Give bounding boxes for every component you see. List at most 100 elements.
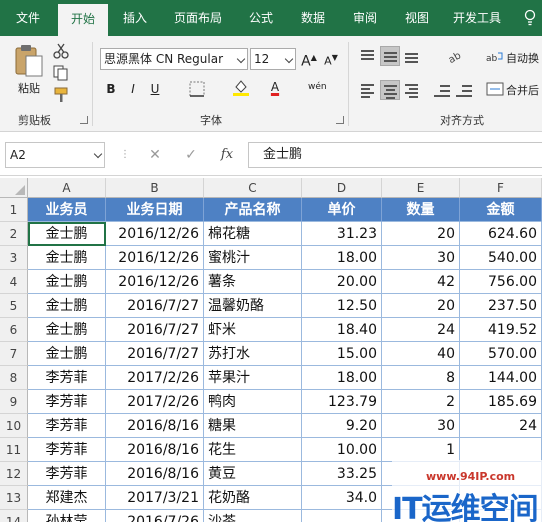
table-header-product[interactable]: 产品名称 bbox=[204, 198, 302, 222]
table-cell-amount[interactable]: 756.00 bbox=[460, 270, 542, 294]
align-bottom-button[interactable] bbox=[402, 46, 422, 66]
table-cell-amount[interactable]: 540.00 bbox=[460, 246, 542, 270]
table-cell-salesperson[interactable]: 孙林莹 bbox=[28, 510, 106, 522]
tab-developer[interactable]: 开发工具 bbox=[446, 0, 508, 36]
table-cell-product[interactable]: 鸭肉 bbox=[204, 390, 302, 414]
border-icon[interactable] bbox=[188, 80, 206, 98]
table-cell-product[interactable]: 黄豆 bbox=[204, 462, 302, 486]
row-header-1[interactable]: 1 bbox=[0, 198, 28, 222]
table-cell-amount[interactable]: 624.60 bbox=[460, 222, 542, 246]
table-cell-salesperson[interactable]: 金士鹏 bbox=[28, 222, 106, 246]
tab-insert[interactable]: 插入 bbox=[112, 0, 158, 36]
table-cell-quantity[interactable]: 24 bbox=[382, 318, 460, 342]
table-cell-salesperson[interactable]: 李芳菲 bbox=[28, 438, 106, 462]
row-header-6[interactable]: 6 bbox=[0, 318, 28, 342]
cancel-icon[interactable]: ✕ bbox=[146, 146, 164, 164]
table-cell-unit-price[interactable]: 34.0 bbox=[302, 486, 382, 510]
table-header-salesperson[interactable]: 业务员 bbox=[28, 198, 106, 222]
table-header-unit-price[interactable]: 单价 bbox=[302, 198, 382, 222]
table-cell-amount[interactable]: 237.50 bbox=[460, 294, 542, 318]
table-cell-product[interactable]: 蜜桃汁 bbox=[204, 246, 302, 270]
table-cell-date[interactable]: 2016/7/27 bbox=[106, 294, 204, 318]
table-cell-date[interactable]: 2017/2/26 bbox=[106, 366, 204, 390]
table-header-quantity[interactable]: 数量 bbox=[382, 198, 460, 222]
table-cell-quantity[interactable]: 20 bbox=[382, 294, 460, 318]
table-cell-unit-price[interactable]: 20.00 bbox=[302, 270, 382, 294]
name-box[interactable]: A2 bbox=[5, 142, 105, 168]
row-header-14[interactable]: 14 bbox=[0, 510, 28, 522]
grow-font-button[interactable]: A▲ bbox=[300, 49, 318, 70]
table-header-amount[interactable]: 金额 bbox=[460, 198, 542, 222]
insert-function-button[interactable]: fx bbox=[218, 146, 236, 164]
align-center-button[interactable] bbox=[380, 80, 400, 100]
table-cell-date[interactable]: 2016/12/26 bbox=[106, 246, 204, 270]
table-cell-date[interactable]: 2017/3/21 bbox=[106, 486, 204, 510]
table-header-date[interactable]: 业务日期 bbox=[106, 198, 204, 222]
table-cell-product[interactable]: 温馨奶酪 bbox=[204, 294, 302, 318]
decrease-indent-button[interactable] bbox=[432, 80, 452, 100]
fill-color-icon[interactable] bbox=[232, 78, 250, 96]
row-header-3[interactable]: 3 bbox=[0, 246, 28, 270]
table-cell-salesperson[interactable]: 金士鹏 bbox=[28, 246, 106, 270]
wrap-text-icon[interactable]: ab bbox=[486, 48, 504, 66]
table-cell-salesperson[interactable]: 李芳菲 bbox=[28, 462, 106, 486]
table-cell-product[interactable]: 花生 bbox=[204, 438, 302, 462]
table-cell-unit-price[interactable] bbox=[302, 510, 382, 522]
tab-review[interactable]: 审阅 bbox=[342, 0, 388, 36]
scissors-icon[interactable] bbox=[52, 42, 70, 60]
row-header-11[interactable]: 11 bbox=[0, 438, 28, 462]
table-cell-amount[interactable]: 570.00 bbox=[460, 342, 542, 366]
italic-button[interactable]: I bbox=[124, 80, 142, 98]
table-cell-quantity[interactable]: 2 bbox=[382, 390, 460, 414]
table-cell-unit-price[interactable]: 15.00 bbox=[302, 342, 382, 366]
table-cell-unit-price[interactable]: 18.00 bbox=[302, 366, 382, 390]
table-cell-quantity[interactable]: 20 bbox=[382, 222, 460, 246]
table-cell-date[interactable]: 2016/7/27 bbox=[106, 318, 204, 342]
table-cell-amount[interactable]: 144.00 bbox=[460, 366, 542, 390]
table-cell-unit-price[interactable]: 18.40 bbox=[302, 318, 382, 342]
table-cell-salesperson[interactable]: 金士鹏 bbox=[28, 342, 106, 366]
table-cell-amount[interactable] bbox=[460, 438, 542, 462]
table-cell-date[interactable]: 2016/12/26 bbox=[106, 222, 204, 246]
table-cell-date[interactable]: 2016/8/16 bbox=[106, 414, 204, 438]
table-cell-unit-price[interactable]: 10.00 bbox=[302, 438, 382, 462]
table-cell-salesperson[interactable]: 郑建杰 bbox=[28, 486, 106, 510]
tab-data[interactable]: 数据 bbox=[290, 0, 336, 36]
table-cell-quantity[interactable]: 42 bbox=[382, 270, 460, 294]
tab-formulas[interactable]: 公式 bbox=[238, 0, 284, 36]
table-cell-salesperson[interactable]: 李芳菲 bbox=[28, 414, 106, 438]
table-cell-quantity[interactable]: 30 bbox=[382, 246, 460, 270]
tab-file[interactable]: 文件 bbox=[4, 0, 52, 36]
table-cell-date[interactable]: 2017/2/26 bbox=[106, 390, 204, 414]
row-header-10[interactable]: 10 bbox=[0, 414, 28, 438]
orientation-icon[interactable]: ab bbox=[446, 48, 464, 66]
table-cell-product[interactable]: 虾米 bbox=[204, 318, 302, 342]
column-header-e[interactable]: E bbox=[382, 178, 460, 198]
row-header-12[interactable]: 12 bbox=[0, 462, 28, 486]
table-cell-quantity[interactable]: 8 bbox=[382, 366, 460, 390]
font-size-combo[interactable]: 12 bbox=[250, 48, 296, 70]
table-cell-date[interactable]: 2016/7/27 bbox=[106, 342, 204, 366]
table-cell-salesperson[interactable]: 金士鹏 bbox=[28, 270, 106, 294]
column-header-c[interactable]: C bbox=[204, 178, 302, 198]
table-cell-unit-price[interactable]: 12.50 bbox=[302, 294, 382, 318]
table-cell-product[interactable]: 沙茶 bbox=[204, 510, 302, 522]
align-middle-button[interactable] bbox=[380, 46, 400, 66]
lightbulb-icon[interactable] bbox=[524, 9, 536, 27]
clipboard-dialog-launcher[interactable] bbox=[80, 116, 88, 124]
increase-indent-button[interactable] bbox=[454, 80, 474, 100]
row-header-8[interactable]: 8 bbox=[0, 366, 28, 390]
row-header-13[interactable]: 13 bbox=[0, 486, 28, 510]
tab-home[interactable]: 开始 bbox=[58, 4, 108, 36]
table-cell-salesperson[interactable]: 李芳菲 bbox=[28, 366, 106, 390]
copy-icon[interactable] bbox=[52, 64, 70, 82]
table-cell-product[interactable]: 薯条 bbox=[204, 270, 302, 294]
column-header-f[interactable]: F bbox=[460, 178, 542, 198]
table-cell-date[interactable]: 2016/7/26 bbox=[106, 510, 204, 522]
font-color-button[interactable]: A bbox=[266, 78, 284, 96]
table-cell-product[interactable]: 花奶酪 bbox=[204, 486, 302, 510]
table-cell-quantity[interactable]: 1 bbox=[382, 438, 460, 462]
table-cell-product[interactable]: 棉花糖 bbox=[204, 222, 302, 246]
underline-button[interactable]: U bbox=[146, 80, 164, 98]
format-painter-icon[interactable] bbox=[52, 86, 70, 104]
